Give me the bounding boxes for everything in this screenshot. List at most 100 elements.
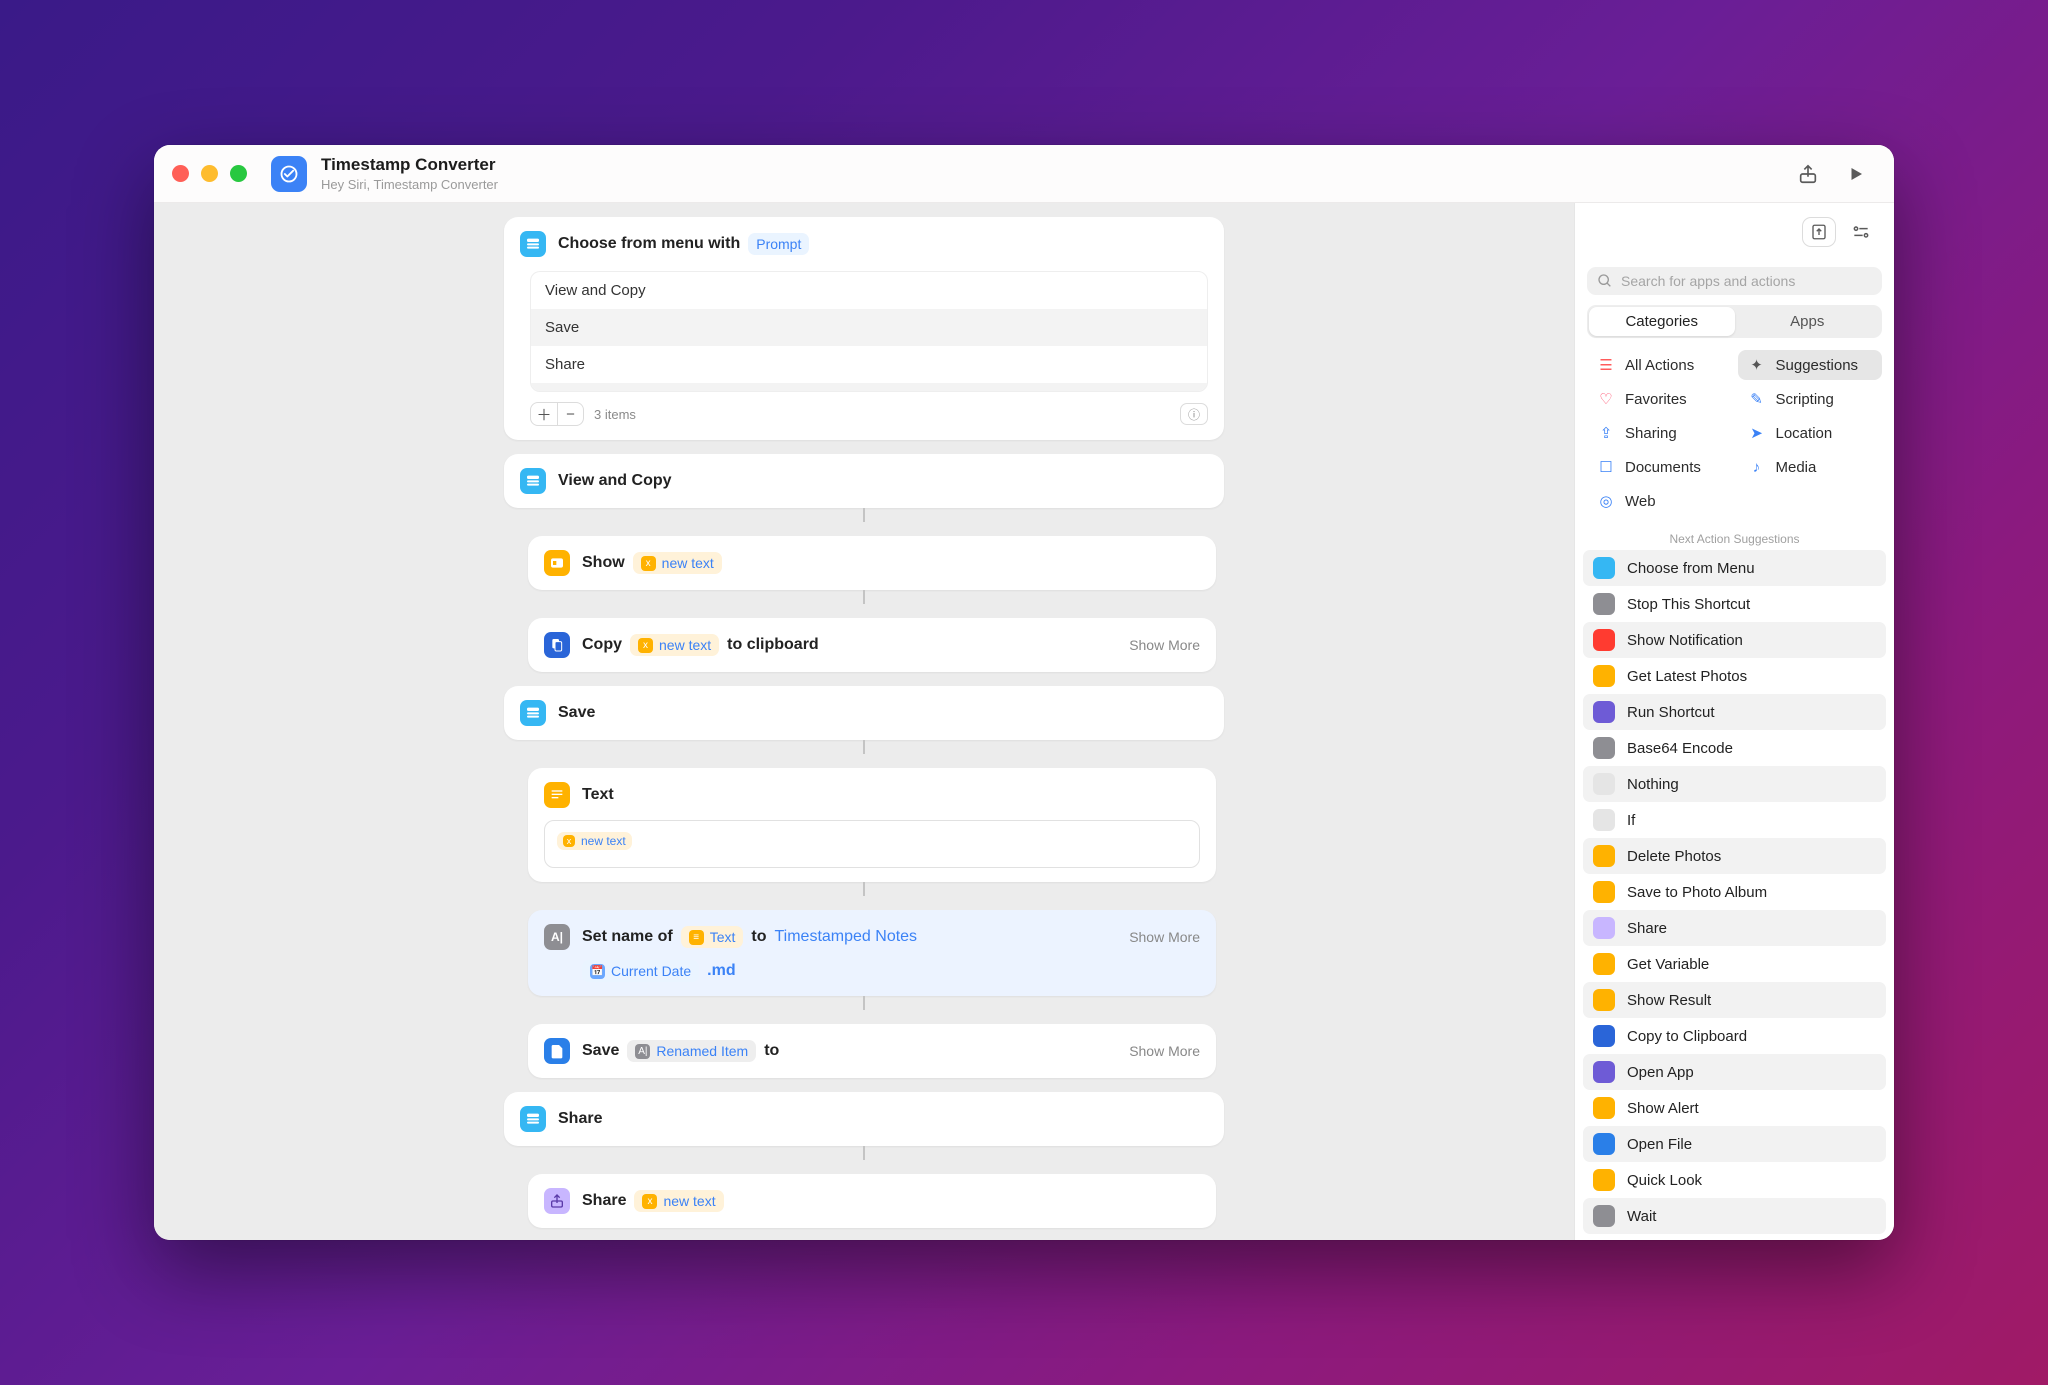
show-more-button[interactable]: Show More: [1129, 637, 1200, 653]
suggestion-item[interactable]: Stop This Shortcut: [1583, 586, 1886, 622]
cat-media[interactable]: ♪Media: [1738, 452, 1883, 482]
menu-option-0[interactable]: View and Copy: [531, 272, 1207, 309]
search-input[interactable]: [1621, 273, 1872, 289]
suggestion-item[interactable]: Choose from Menu: [1583, 550, 1886, 586]
suggestion-item[interactable]: Show Notification: [1583, 622, 1886, 658]
suggestion-item[interactable]: Quick Look: [1583, 1162, 1886, 1198]
renamed-item-token[interactable]: A|Renamed Item: [627, 1040, 756, 1062]
suggestion-item[interactable]: Open File: [1583, 1126, 1886, 1162]
workflow-canvas[interactable]: Choose from menu with Prompt View and Co…: [154, 203, 1574, 1240]
share-button[interactable]: [1788, 154, 1828, 194]
cat-favorites[interactable]: ♡Favorites: [1587, 384, 1732, 414]
suggestion-label: Open File: [1627, 1136, 1692, 1153]
settings-button[interactable]: [1844, 217, 1878, 247]
suggestion-item[interactable]: Wait: [1583, 1198, 1886, 1234]
suggestion-icon: [1593, 1133, 1615, 1155]
menu-option-2[interactable]: Share: [531, 346, 1207, 383]
suggestion-icon: [1593, 1169, 1615, 1191]
cat-web[interactable]: ◎Web: [1587, 486, 1732, 516]
menu-option-1[interactable]: Save: [531, 309, 1207, 346]
action-save-file[interactable]: Save A|Renamed Item to Show More: [528, 1024, 1216, 1078]
save-label: Save: [582, 1042, 619, 1060]
sidebar-toolbar: [1575, 203, 1894, 261]
text-content[interactable]: xnew text: [544, 820, 1200, 868]
suggestion-item[interactable]: Delete Photos: [1583, 838, 1886, 874]
cat-scripting[interactable]: ✎Scripting: [1738, 384, 1883, 414]
timestamped-notes-token[interactable]: Timestamped Notes: [774, 928, 917, 946]
cat-sharing[interactable]: ⇪Sharing: [1587, 418, 1732, 448]
menu-branch-save[interactable]: Save: [504, 686, 1224, 740]
text-var[interactable]: xnew text: [557, 832, 632, 850]
set-name-input-token[interactable]: ≡Text: [681, 926, 744, 948]
suggestion-item[interactable]: If: [1583, 802, 1886, 838]
window-controls: [172, 165, 247, 182]
action-set-name[interactable]: A| Set name of ≡Text to Timestamped Note…: [528, 910, 1216, 996]
action-copy[interactable]: Copy xnew text to clipboard Show More: [528, 618, 1216, 672]
sparkle-icon: ✦: [1748, 356, 1766, 374]
minimize-button[interactable]: [201, 165, 218, 182]
suggestion-item[interactable]: Copy to Clipboard: [1583, 1018, 1886, 1054]
to-clipboard-label: to clipboard: [727, 636, 819, 654]
suggestion-item[interactable]: Get Latest Photos: [1583, 658, 1886, 694]
suggestion-icon: [1593, 1097, 1615, 1119]
suggestion-item[interactable]: Show Result: [1583, 982, 1886, 1018]
list-icon: ☰: [1597, 356, 1615, 374]
cat-all-actions[interactable]: ☰All Actions: [1587, 350, 1732, 380]
cat-suggestions[interactable]: ✦Suggestions: [1738, 350, 1883, 380]
prompt-token[interactable]: Prompt: [748, 233, 809, 255]
items-count: 3 items: [594, 407, 636, 422]
copy-var[interactable]: xnew text: [630, 634, 719, 656]
suggestion-icon: [1593, 701, 1615, 723]
share-icon: ⇪: [1597, 424, 1615, 442]
suggestion-item[interactable]: Run Shortcut: [1583, 694, 1886, 730]
zoom-button[interactable]: [230, 165, 247, 182]
globe-icon: ◎: [1597, 492, 1615, 510]
menu-options: View and Copy Save Share: [530, 271, 1208, 392]
tab-categories[interactable]: Categories: [1589, 307, 1735, 336]
set-name-label: Set name of: [582, 928, 673, 946]
action-text[interactable]: Text xnew text: [528, 768, 1216, 882]
menu-branch-view-copy[interactable]: View and Copy: [504, 454, 1224, 508]
suggestion-item[interactable]: Get Variable: [1583, 946, 1886, 982]
suggestion-item[interactable]: Save to Photo Album: [1583, 874, 1886, 910]
action-choose-from-menu[interactable]: Choose from menu with Prompt View and Co…: [504, 217, 1224, 440]
info-button[interactable]: ⓘ: [1180, 403, 1208, 425]
suggestion-item[interactable]: Expand URL: [1583, 1234, 1886, 1240]
suggestion-label: Show Alert: [1627, 1100, 1699, 1117]
cat-location[interactable]: ➤Location: [1738, 418, 1883, 448]
suggestion-label: Save to Photo Album: [1627, 884, 1767, 901]
add-icon[interactable]: ＋: [531, 403, 557, 425]
suggestion-item[interactable]: Nothing: [1583, 766, 1886, 802]
suggestion-icon: [1593, 1205, 1615, 1227]
show-more-button[interactable]: Show More: [1129, 929, 1200, 945]
run-button[interactable]: [1836, 154, 1876, 194]
suggestion-label: Quick Look: [1627, 1172, 1702, 1189]
branch-icon: [520, 1106, 546, 1132]
show-var[interactable]: xnew text: [633, 552, 722, 574]
share-var[interactable]: xnew text: [634, 1190, 723, 1212]
suggestion-icon: [1593, 989, 1615, 1011]
save-branch-label: Save: [558, 704, 595, 722]
branch-label: View and Copy: [558, 472, 672, 490]
suggestion-icon: [1593, 917, 1615, 939]
text-icon: [544, 782, 570, 808]
search-field[interactable]: [1587, 267, 1882, 295]
add-remove-segment[interactable]: ＋−: [530, 402, 584, 426]
cat-documents[interactable]: ☐Documents: [1587, 452, 1732, 482]
suggestion-label: Choose from Menu: [1627, 560, 1755, 577]
md-ext[interactable]: .md: [707, 962, 735, 980]
show-more-button[interactable]: Show More: [1129, 1043, 1200, 1059]
close-button[interactable]: [172, 165, 189, 182]
to-label-2: to: [764, 1042, 779, 1060]
action-show[interactable]: Show xnew text: [528, 536, 1216, 590]
current-date-token[interactable]: 📅Current Date: [582, 960, 699, 982]
remove-icon[interactable]: −: [557, 403, 583, 425]
suggestion-item[interactable]: Share: [1583, 910, 1886, 946]
action-share[interactable]: Share xnew text: [528, 1174, 1216, 1228]
menu-branch-share[interactable]: Share: [504, 1092, 1224, 1146]
info-panel-button[interactable]: [1802, 217, 1836, 247]
tab-apps[interactable]: Apps: [1735, 307, 1881, 336]
suggestion-item[interactable]: Show Alert: [1583, 1090, 1886, 1126]
suggestion-item[interactable]: Open App: [1583, 1054, 1886, 1090]
suggestion-item[interactable]: Base64 Encode: [1583, 730, 1886, 766]
